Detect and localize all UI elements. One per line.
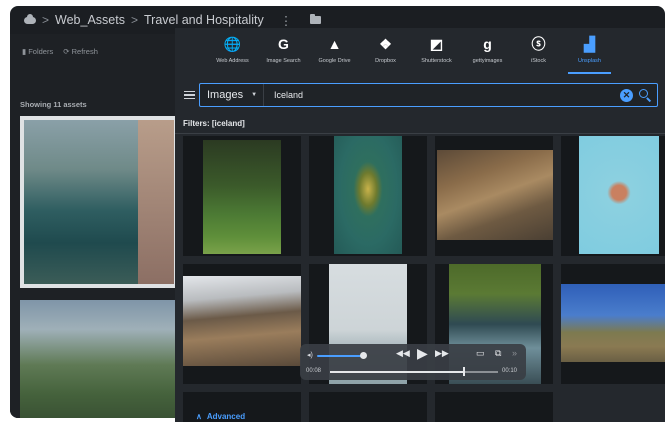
folders-label: Folders [28,47,54,56]
folder-icon[interactable] [310,14,322,24]
source-tab-label: Google Drive [318,58,351,64]
asset-thumbnail[interactable] [20,300,178,418]
source-tab-label: gettyimages [472,58,503,64]
divider [175,133,665,134]
unsplash-icon: ▟ [584,36,595,52]
breadcrumb-root[interactable]: Web_Assets [55,13,125,27]
source-tab-label: Dropbox [375,58,396,64]
video-player-controls: ◂) ◀◀ ▶ ▶▶ ▭ ⧉ » 00:08 00:10 [300,344,526,380]
result-tile[interactable] [183,264,301,384]
more-options-icon[interactable]: ⋮ [280,13,293,28]
source-tab-label: Unsplash [578,58,601,64]
result-tile[interactable] [309,392,427,422]
breadcrumb-separator: > [42,13,50,27]
source-tab-label: Image Search [266,58,301,64]
chevron-up-icon: ∧ [196,412,202,421]
progress-played [330,371,465,373]
result-tile[interactable] [561,136,665,256]
result-image [561,284,665,362]
source-tab[interactable]: g gettyimages [462,28,513,74]
shutterstock-icon: ◩ [429,36,444,52]
filter-settings-icon[interactable] [179,90,199,100]
search-icon[interactable] [638,88,652,102]
source-tab[interactable]: ▲ Google Drive [309,28,360,74]
volume-slider[interactable] [317,355,363,357]
source-tab-label: Shutterstock [421,58,452,64]
active-filters: Filters: [iceland] [183,119,245,128]
forward-icon[interactable]: ▶▶ [435,348,449,359]
media-type-value: Images [207,89,244,101]
result-image [203,140,281,254]
play-icon[interactable]: ▶ [417,345,428,362]
istock-icon: ⓢ [531,36,546,52]
progress-cursor[interactable] [463,367,465,376]
rewind-icon[interactable]: ◀◀ [396,348,410,359]
result-tile[interactable] [183,136,301,256]
refresh-button[interactable]: ⟳ Refresh [63,47,98,56]
time-current: 00:08 [306,368,322,374]
source-tab[interactable]: G Image Search [258,28,309,74]
caret-down-icon: ▼ [251,92,258,98]
clear-search-icon[interactable]: ✕ [620,88,633,102]
result-tile[interactable] [561,264,665,384]
asset-thumbnail[interactable] [20,116,178,288]
globe-icon: 🌐 [223,36,242,52]
result-image [437,150,553,240]
result-image [334,136,402,254]
search-input[interactable] [264,90,620,100]
source-tab[interactable]: 🌐 Web Address [207,28,258,74]
result-tile[interactable] [309,136,427,256]
airplay-icon[interactable]: ▭ [476,348,485,359]
source-tabs: 🌐 Web Address G Image Search ▲ Google Dr… [175,28,665,74]
cloud-icon[interactable] [24,13,36,24]
dropbox-icon: ❖ [379,36,392,52]
asset-count: Showing 11 assets [20,100,87,109]
picture-in-picture-icon[interactable]: ⧉ [495,348,501,359]
breadcrumb-separator: > [130,13,138,27]
more-controls-icon[interactable]: » [512,348,517,358]
volume-icon[interactable]: ◂) [307,351,313,359]
volume-knob[interactable] [360,352,367,359]
result-image [579,136,659,254]
source-tab[interactable]: ⓢ iStock [513,28,564,74]
google-icon: G [278,36,289,52]
source-tab[interactable]: ◩ Shutterstock [411,28,462,74]
media-type-select[interactable]: Images ▼ [200,84,264,106]
advanced-label: Advanced [206,412,246,421]
advanced-toggle[interactable]: ∧ Advanced [196,412,245,421]
folder-toolbar: ▮ Folders ⟳ Refresh [22,47,98,56]
result-tile[interactable] [435,392,553,422]
source-tab-active[interactable]: ▟ Unsplash [564,28,615,74]
source-tab-label: Web Address [216,58,249,64]
google-drive-icon: ▲ [327,36,342,52]
gettyimages-icon: g [483,36,492,52]
time-total: 00:10 [502,368,518,374]
source-tab[interactable]: ❖ Dropbox [360,28,411,74]
refresh-label: Refresh [71,47,98,56]
folders-button[interactable]: ▮ Folders [22,47,53,56]
breadcrumb-current: Travel and Hospitality [143,13,264,27]
result-tile[interactable] [435,136,553,256]
source-tab-label: iStock [531,58,546,64]
result-image [183,276,301,366]
search-row: Images ▼ ✕ [175,79,665,111]
search-box: Images ▼ ✕ [199,83,658,107]
